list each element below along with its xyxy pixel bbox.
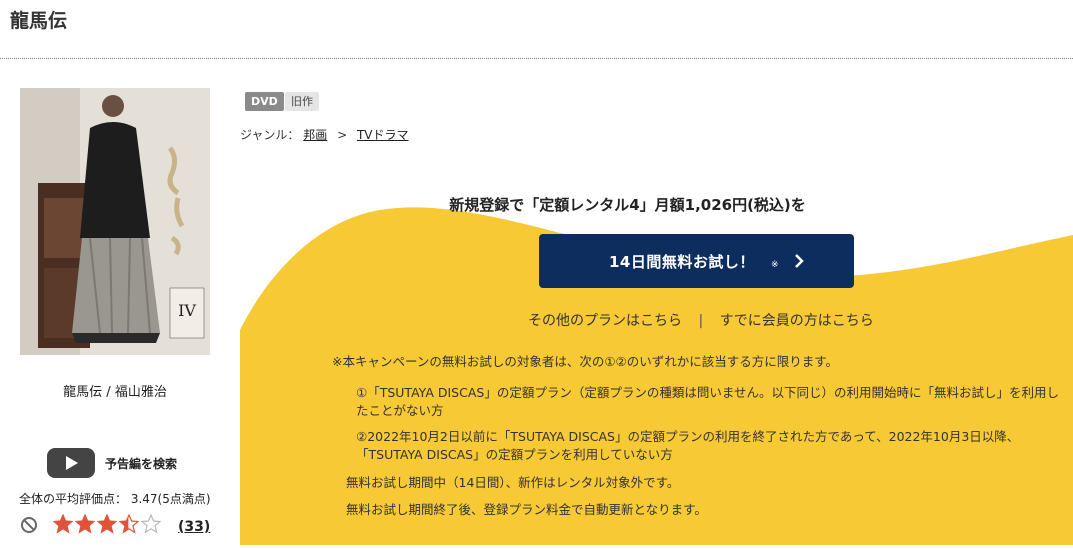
star-icon	[97, 514, 117, 534]
trailer-search-link[interactable]: 予告編を検索	[105, 455, 177, 472]
play-icon	[66, 456, 78, 470]
free-trial-button[interactable]: 14日間無料お試し！ ※	[539, 234, 854, 288]
note-auto-renewal: 無料お試し期間終了後、登録プラン料金で自動更新となります。	[346, 502, 707, 517]
free-trial-note-mark: ※	[771, 260, 779, 270]
note-main: ※本キャンペーンの無料お試しの対象者は、次の①②のいずれかに該当する方に限ります…	[332, 354, 839, 369]
star-icon	[75, 514, 95, 534]
review-count-link[interactable]: (33)	[178, 519, 210, 535]
link-divider: |	[698, 313, 704, 329]
chevron-right-icon	[794, 253, 804, 273]
genre-link-level2[interactable]: TVドラマ	[357, 128, 409, 142]
star-icon	[119, 514, 139, 534]
genre-link-level1[interactable]: 邦画	[303, 128, 327, 142]
star-icon	[53, 514, 73, 534]
format-badge: DVD	[245, 92, 284, 111]
plan-links: その他のプランはこちら | すでに会員の方はこちら	[528, 310, 874, 330]
genre-prefix: ジャンル：	[240, 128, 300, 142]
star-icon	[141, 514, 161, 534]
signup-headline: 新規登録で「定額レンタル4」月額1,026円(税込)を	[449, 196, 806, 214]
free-trial-label: 14日間無料お試し！	[609, 253, 755, 271]
product-cover-image[interactable]: IV	[20, 88, 210, 355]
rating-stars	[53, 514, 161, 534]
average-rating-label: 全体の平均評価点： 3.47(5点満点)	[19, 492, 211, 506]
trailer-play-button[interactable]	[47, 448, 95, 478]
status-badge: 旧作	[285, 92, 319, 111]
note-trial-period: 無料お試し期間中（14日間）、新作はレンタル対象外です。	[346, 475, 680, 490]
page-title: 龍馬伝	[10, 10, 68, 32]
genre-breadcrumb: ジャンル： 邦画 > TVドラマ	[240, 126, 409, 143]
prohibit-icon[interactable]	[21, 517, 37, 533]
campaign-notes: ※本キャンペーンの無料お試しの対象者は、次の①②のいずれかに該当する方に限ります…	[332, 353, 1062, 528]
volume-numeral: IV	[178, 301, 196, 320]
title-divider	[0, 58, 1073, 59]
product-caption: 龍馬伝 / 福山雅治	[63, 385, 167, 400]
member-login-link[interactable]: すでに会員の方はこちら	[720, 313, 874, 329]
other-plans-link[interactable]: その他のプランはこちら	[528, 313, 682, 329]
note-item-1: ①「TSUTAYA DISCAS」の定額プラン（定額プランの種類は問いません。以…	[356, 385, 1059, 418]
genre-separator: >	[337, 128, 348, 142]
note-item-2: ②2022年10月2日以前に「TSUTAYA DISCAS」の定額プランの利用を…	[356, 429, 1020, 462]
